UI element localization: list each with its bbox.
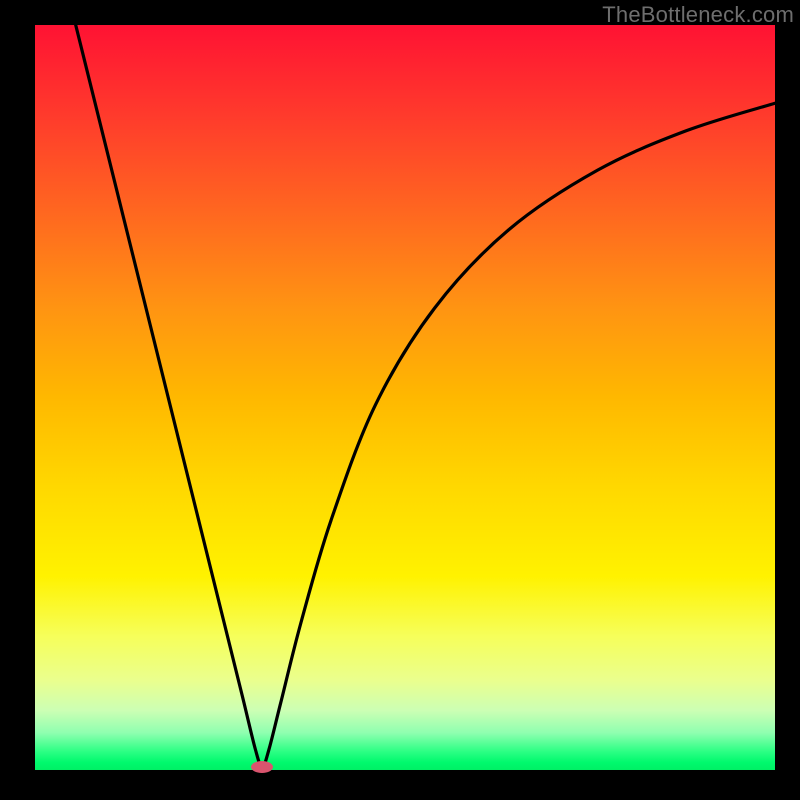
chart-container: TheBottleneck.com bbox=[0, 0, 800, 800]
plot-area bbox=[35, 25, 775, 770]
optimum-marker bbox=[251, 761, 273, 773]
curve-svg bbox=[35, 25, 775, 770]
attribution-text: TheBottleneck.com bbox=[602, 2, 794, 28]
bottleneck-curve bbox=[76, 25, 775, 767]
